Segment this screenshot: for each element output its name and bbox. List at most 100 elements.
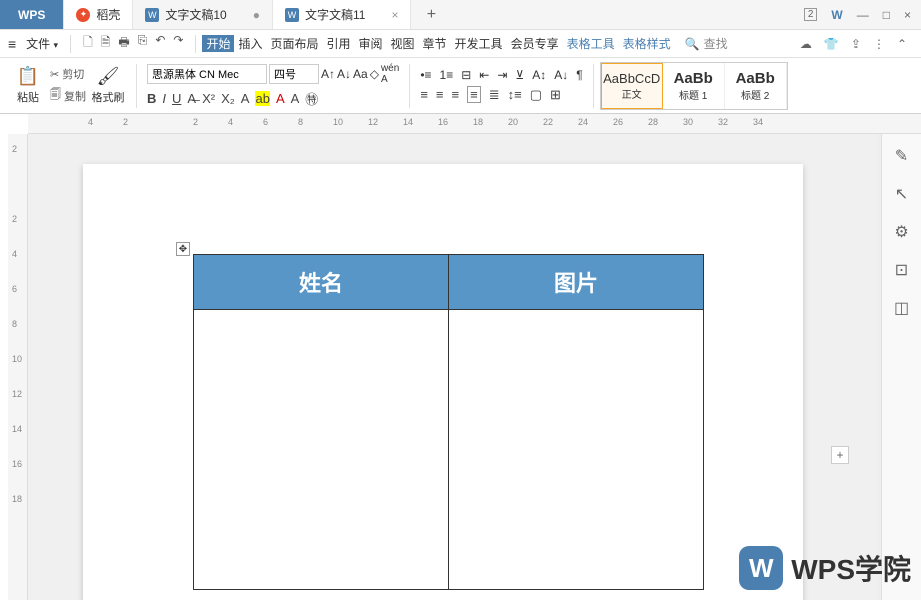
distribute-button[interactable]: ≣ [489, 87, 500, 103]
layers-icon[interactable]: ◫ [894, 298, 909, 318]
align-center-button[interactable]: ≡ [436, 87, 444, 102]
add-row-handle[interactable]: + [831, 446, 849, 464]
style-heading-1[interactable]: AaBb 标题 1 [663, 63, 725, 109]
change-case-icon[interactable]: Aa [353, 67, 368, 81]
tab-modified-indicator[interactable]: ● [253, 8, 260, 22]
hamburger-icon[interactable]: ≡ [6, 36, 18, 52]
tab-view[interactable]: 视图 [387, 35, 419, 52]
font-size-select[interactable] [269, 64, 319, 84]
search-box[interactable]: 🔍 查找 [685, 35, 728, 52]
tab-chapter[interactable]: 章节 [419, 35, 451, 52]
settings-tool-icon[interactable]: ⚙ [894, 222, 908, 242]
table-cell[interactable] [194, 310, 449, 590]
export-icon[interactable]: ⎘ [138, 33, 148, 54]
text-direction-button[interactable]: A↕ [532, 68, 546, 82]
italic-button[interactable]: I [162, 91, 166, 106]
decrease-font-icon[interactable]: A↓ [337, 67, 351, 81]
increase-font-icon[interactable]: A↑ [321, 67, 335, 81]
collapse-ribbon-icon[interactable]: ⌃ [897, 37, 907, 51]
style-heading-2[interactable]: AaBb 标题 2 [725, 63, 787, 109]
tab-home[interactable]: 开始 [202, 35, 234, 52]
tab-developer[interactable]: 开发工具 [451, 35, 507, 52]
docer-tab[interactable]: ✦ 稻壳 [64, 0, 133, 29]
save-icon[interactable]: 🗋 [83, 33, 93, 54]
print-icon[interactable]: 🗎 [101, 33, 111, 54]
tab-table-style[interactable]: 表格样式 [619, 35, 675, 52]
tab-insert[interactable]: 插入 [234, 35, 266, 52]
vertical-ruler[interactable]: 224681012141618 [8, 134, 28, 600]
bold-button[interactable]: B [147, 91, 156, 106]
tab-review[interactable]: 审阅 [355, 35, 387, 52]
skin-icon[interactable]: 👕 [824, 37, 839, 51]
font-color-button[interactable]: A [276, 91, 285, 106]
close-window-icon[interactable]: × [904, 8, 911, 22]
decrease-indent-button[interactable]: ⇤ [479, 68, 489, 82]
paste-button[interactable]: 📋 粘贴 [10, 66, 46, 105]
minimize-icon[interactable]: — [857, 8, 869, 22]
table-move-handle[interactable]: ✥ [176, 242, 190, 256]
file-menu[interactable]: 文件 ▾ [20, 35, 64, 52]
tab-page-layout[interactable]: 页面布局 [266, 35, 322, 52]
document-tab-1[interactable]: W 文字文稿10 ● [133, 0, 273, 29]
strikethrough-button[interactable]: A̶ [187, 91, 196, 106]
tab-references[interactable]: 引用 [322, 35, 354, 52]
clear-format-icon[interactable]: ◇ [370, 67, 379, 81]
text-effects-button[interactable]: A [241, 91, 250, 106]
tab-table-tools[interactable]: 表格工具 [563, 35, 619, 52]
notification-badge[interactable]: 2 [804, 8, 818, 21]
bullets-button[interactable]: •≡ [420, 68, 431, 82]
cloud-icon[interactable]: ☁ [800, 37, 812, 51]
window-controls: 2 W — □ × [794, 0, 921, 29]
font-name-select[interactable] [147, 64, 267, 84]
superscript-button[interactable]: X² [202, 91, 215, 106]
line-spacing-button[interactable]: ↕≡ [508, 87, 522, 102]
select-tool-icon[interactable]: ↖ [895, 184, 908, 204]
sort-button[interactable]: A↓ [554, 68, 568, 82]
copy-button[interactable]: 🗐 复制 [50, 86, 86, 105]
multilevel-list-button[interactable]: ⊟ [461, 68, 471, 82]
table-cell[interactable] [449, 310, 704, 590]
style-normal[interactable]: AaBbCcD 正文 [601, 63, 663, 109]
tab-stops-button[interactable]: ⊻ [515, 68, 524, 82]
page-width-icon[interactable]: ⊡ [895, 260, 908, 280]
table-header-cell[interactable]: 图片 [449, 255, 704, 310]
format-painter-button[interactable]: 🖌 格式刷 [90, 66, 126, 105]
align-right-button[interactable]: ≡ [452, 87, 460, 102]
format-painter-icon: 🖌 [97, 66, 120, 87]
table-header-cell[interactable]: 姓名 [194, 255, 449, 310]
redo-icon[interactable]: ↷ [173, 33, 183, 54]
cut-button[interactable]: ✂ 剪切 [50, 66, 86, 82]
search-icon: 🔍 [685, 37, 700, 51]
new-tab-button[interactable]: + [411, 0, 451, 29]
highlight-button[interactable]: ab [255, 91, 269, 106]
phonetic-guide-icon[interactable]: wénA [381, 63, 399, 85]
justify-button[interactable]: ≡ [467, 86, 481, 103]
clipboard-group: 📋 粘贴 ✂ 剪切 🗐 复制 🖌 格式刷 [6, 66, 130, 105]
styles-gallery[interactable]: AaBbCcD 正文 AaBb 标题 1 AaBb 标题 2 [600, 62, 788, 110]
align-left-button[interactable]: ≡ [420, 87, 428, 102]
tab-close-icon[interactable]: × [391, 8, 398, 22]
undo-icon[interactable]: ↶ [155, 33, 165, 54]
enclose-character-button[interactable]: ㊕ [305, 89, 318, 108]
numbering-button[interactable]: 1≡ [440, 68, 454, 82]
underline-button[interactable]: U [172, 91, 181, 106]
maximize-icon[interactable]: □ [883, 8, 890, 22]
increase-indent-button[interactable]: ⇥ [497, 68, 507, 82]
page[interactable]: ✥ 姓名 图片 [83, 164, 803, 600]
horizontal-ruler[interactable]: 42246810121416182022242628303234 [28, 114, 921, 134]
document-table[interactable]: 姓名 图片 [193, 254, 704, 590]
print-preview-icon[interactable]: 🖶 [118, 33, 129, 54]
edit-tool-icon[interactable]: ✎ [895, 146, 908, 166]
tab-member[interactable]: 会员专享 [507, 35, 563, 52]
character-shading-button[interactable]: A [291, 91, 300, 106]
more-icon[interactable]: ⋮ [873, 37, 885, 51]
shading-button[interactable]: ▢ [530, 87, 542, 103]
document-tab-2[interactable]: W 文字文稿11 × [273, 0, 411, 29]
share-icon[interactable]: ⇪ [851, 37, 861, 51]
wps-home-tab[interactable]: WPS [0, 0, 64, 29]
wps-logo-icon[interactable]: W [831, 8, 842, 22]
quick-access-toolbar: 🗋 🗎 🖶 ⎘ ↶ ↷ [77, 33, 189, 54]
subscript-button[interactable]: X₂ [221, 91, 235, 106]
show-marks-button[interactable]: ¶ [576, 68, 582, 82]
borders-button[interactable]: ⊞ [550, 87, 561, 103]
